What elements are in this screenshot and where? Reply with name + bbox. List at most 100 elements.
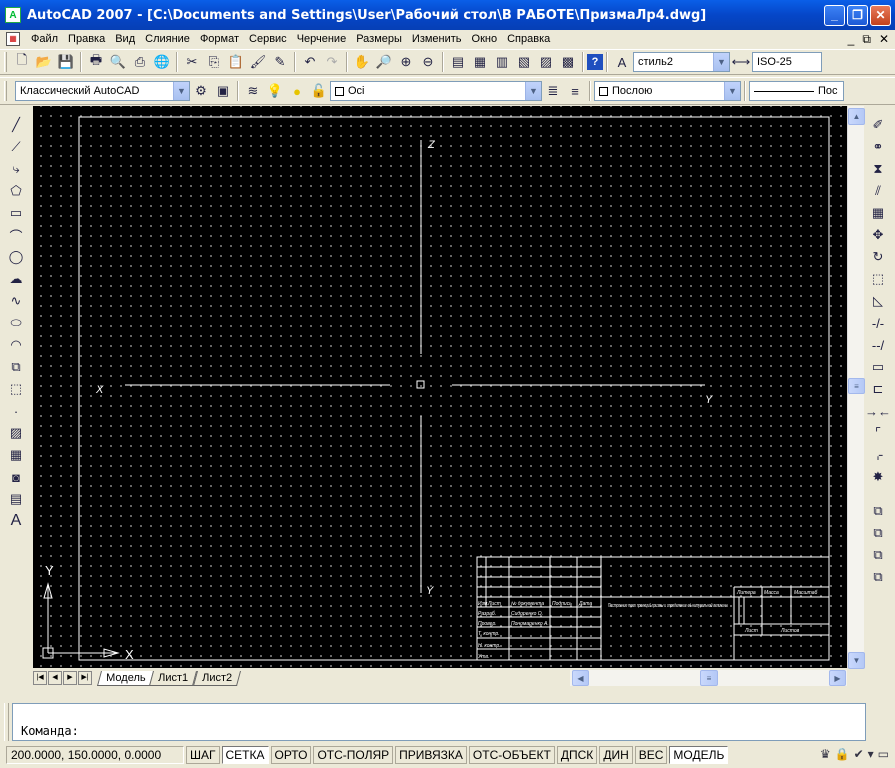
menu-file[interactable]: Файл — [26, 33, 63, 45]
circle-icon[interactable]: ◯ — [5, 246, 27, 268]
scroll-up-icon[interactable]: ▲ — [848, 108, 865, 125]
document-icon[interactable]: ▦ — [6, 32, 20, 46]
polar-toggle[interactable]: ОТС-ПОЛЯР — [313, 746, 394, 764]
command-grip[interactable] — [4, 703, 9, 741]
polygon-icon[interactable]: ⬠ — [5, 180, 27, 202]
maximize-button[interactable]: ❐ — [847, 5, 868, 26]
tab-last-button[interactable]: ▶| — [78, 671, 92, 685]
color-select[interactable]: Послою ▼ — [594, 81, 741, 101]
tab-next-button[interactable]: ▶ — [63, 671, 77, 685]
draw-order-under-icon[interactable]: ⧉ — [867, 566, 889, 588]
tab-layout2[interactable]: Лист2 — [192, 670, 241, 686]
copy-icon[interactable]: ⎘ — [203, 51, 225, 73]
lightbulb-icon[interactable]: 💡 — [264, 80, 286, 102]
gradient-icon[interactable]: ▦ — [5, 444, 27, 466]
chamfer-icon[interactable]: ⌜ — [867, 422, 889, 444]
insert-block-icon[interactable]: ⧉ — [5, 356, 27, 378]
trusted-icon[interactable]: ✔ — [854, 747, 864, 761]
scroll-down-icon[interactable]: ▼ — [848, 652, 865, 669]
hatch-icon[interactable]: ▨ — [5, 422, 27, 444]
draw-order-back-icon[interactable]: ⧉ — [867, 522, 889, 544]
help-icon[interactable]: ? — [587, 54, 603, 70]
arc-icon[interactable]: ⌒ — [5, 224, 27, 246]
comm-center-icon[interactable]: ♛ — [820, 747, 831, 761]
fillet-icon[interactable]: ⌌ — [867, 444, 889, 466]
open-icon[interactable]: 📂 — [33, 51, 55, 73]
make-block-icon[interactable]: ⬚ — [5, 378, 27, 400]
join-icon[interactable]: →← — [865, 400, 891, 422]
lineweight-toggle[interactable]: ВЕС — [634, 746, 668, 764]
markup-icon[interactable]: ▨ — [535, 51, 557, 73]
mirror-icon[interactable]: ⧗ — [867, 158, 889, 180]
dyn-toggle[interactable]: ДИН — [599, 746, 633, 764]
trim-icon[interactable]: -/- — [867, 312, 889, 334]
menu-window[interactable]: Окно — [467, 33, 503, 45]
extend-icon[interactable]: --/ — [867, 334, 889, 356]
cut-icon[interactable]: ✂ — [181, 51, 203, 73]
scroll-left-icon[interactable]: ◀ — [572, 670, 589, 686]
menu-help[interactable]: Справка — [502, 33, 555, 45]
ellipse-icon[interactable]: ⬭ — [5, 312, 27, 334]
workspace-save-icon[interactable]: ▣ — [212, 80, 234, 102]
tool-palettes-icon[interactable]: ▥ — [491, 51, 513, 73]
menu-edit[interactable]: Правка — [63, 33, 110, 45]
construction-line-icon[interactable]: ⟋ — [5, 136, 27, 158]
dim-style-icon[interactable]: ⟷ — [730, 51, 752, 73]
pan-icon[interactable]: ✋ — [351, 51, 373, 73]
print-icon[interactable]: 🖶 — [85, 51, 107, 73]
menu-arrow-icon[interactable]: ▾ — [868, 747, 874, 761]
horizontal-scrollbar[interactable]: ◀ ≡ ▶ — [570, 670, 847, 686]
break-at-point-icon[interactable]: ▭ — [867, 356, 889, 378]
menu-format[interactable]: Формат — [195, 33, 244, 45]
scale-icon[interactable]: ⬚ — [867, 268, 889, 290]
lock-icon[interactable]: 🔒 — [835, 747, 850, 761]
drawing-canvas[interactable]: Z X Y Y Изм. Лист № документа Подпись Да… — [33, 106, 847, 668]
paste-icon[interactable]: 📋 — [225, 51, 247, 73]
minimize-button[interactable]: _ — [824, 5, 845, 26]
ortho-toggle[interactable]: ОРТО — [270, 746, 312, 764]
model-toggle[interactable]: МОДЕЛЬ — [669, 746, 729, 764]
zoom-window-icon[interactable]: ⊕ — [395, 51, 417, 73]
redo-icon[interactable]: ↷ — [321, 51, 343, 73]
multiline-text-icon[interactable]: A — [5, 510, 27, 532]
layer-select[interactable]: Осi ▼ — [330, 81, 542, 101]
zoom-realtime-icon[interactable]: 🔎 — [373, 51, 395, 73]
array-icon[interactable]: ▦ — [867, 202, 889, 224]
tab-first-button[interactable]: |◀ — [33, 671, 47, 685]
draw-order-above-icon[interactable]: ⧉ — [867, 544, 889, 566]
erase-icon[interactable]: ✐ — [867, 114, 889, 136]
ducs-toggle[interactable]: ДПСК — [556, 746, 598, 764]
linetype-select[interactable]: Пос — [749, 81, 844, 101]
autocad-app-icon[interactable]: A — [5, 7, 21, 23]
workspace-select[interactable]: Классический AutoCAD ▼ — [15, 81, 190, 101]
properties-icon[interactable]: ▤ — [447, 51, 469, 73]
polyline-icon[interactable]: ⤷ — [5, 158, 27, 180]
tab-prev-button[interactable]: ◀ — [48, 671, 62, 685]
move-icon[interactable]: ✥ — [867, 224, 889, 246]
hscroll-thumb[interactable]: ≡ — [700, 670, 718, 686]
region-icon[interactable]: ◙ — [5, 466, 27, 488]
preview-icon[interactable]: 🔍 — [107, 51, 129, 73]
point-icon[interactable]: · — [5, 400, 27, 422]
workspace-settings-icon[interactable]: ⚙ — [190, 80, 212, 102]
revision-cloud-icon[interactable]: ☁ — [5, 268, 27, 290]
sun-icon[interactable]: ● — [286, 80, 308, 102]
doc-minimize-button[interactable]: _ — [848, 32, 855, 47]
otrack-toggle[interactable]: ОТС-ОБЪЕКТ — [468, 746, 555, 764]
scroll-thumb[interactable]: ≡ — [848, 378, 865, 394]
menu-tools[interactable]: Сервис — [244, 33, 292, 45]
spline-icon[interactable]: ∿ — [5, 290, 27, 312]
copy-object-icon[interactable]: ⚭ — [867, 136, 889, 158]
new-icon[interactable]: 🗋 — [11, 51, 33, 73]
close-button[interactable]: ✕ — [870, 5, 891, 26]
layer-previous-icon[interactable]: ≡ — [564, 80, 586, 102]
stretch-icon[interactable]: ◺ — [867, 290, 889, 312]
dim-style-select[interactable]: ISO-25 — [752, 52, 822, 72]
ellipse-arc-icon[interactable]: ◠ — [5, 334, 27, 356]
publish-icon[interactable]: ⎙ — [129, 51, 151, 73]
match-properties-icon[interactable]: 🖌 — [247, 51, 269, 73]
draw-order-front-icon[interactable]: ⧉ — [867, 500, 889, 522]
menu-modify[interactable]: Изменить — [407, 33, 467, 45]
break-icon[interactable]: ⊏ — [867, 378, 889, 400]
clean-screen-icon[interactable]: ▭ — [878, 747, 889, 761]
